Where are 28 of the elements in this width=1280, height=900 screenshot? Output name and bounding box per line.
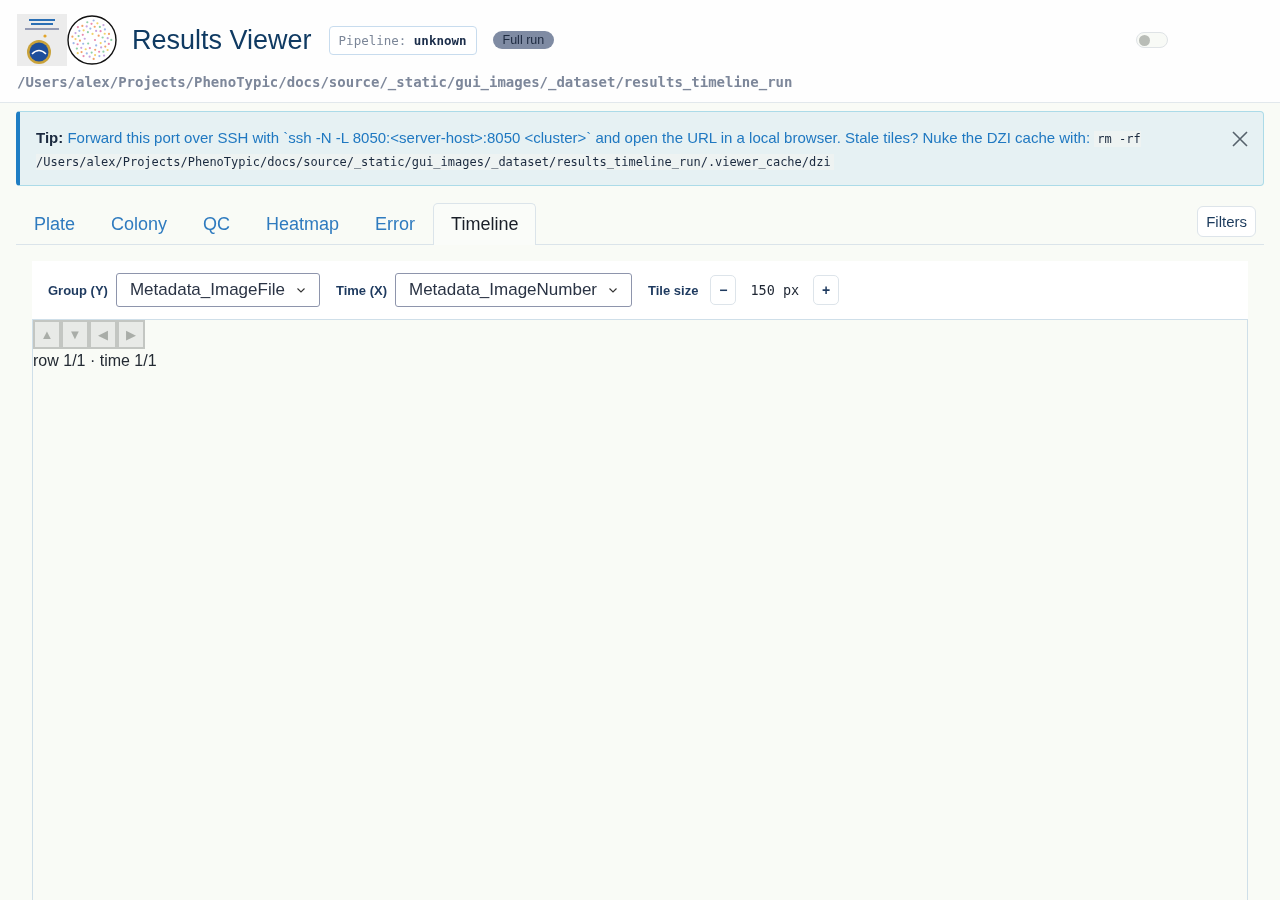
chevron-down-icon (609, 287, 618, 293)
run-badge: Full run (492, 31, 555, 49)
field-label: Time (X) (335, 282, 387, 298)
position-label: row 1/1 · time 1/1 (33, 352, 158, 370)
chevron-down-icon (296, 287, 305, 293)
filters-button[interactable]: Filters (1197, 206, 1256, 237)
tab[interactable]: Timeline (433, 203, 537, 245)
alert-message: Tip: Forward this port over SSH with `ssh -N -L 8050:<server-host>:8050 <cluster>` and open the URL in a local browser. Stale tiles? Nuke the DZI cache with: rm -rf /Users/alex/Projects/PhenoTypic/docs/source/_static/gui_images/_dataset/results_timeline_run/.viewer_cache/dzi (36, 128, 1142, 172)
tab[interactable]: Plate (16, 203, 94, 245)
close-button[interactable] (1232, 131, 1248, 147)
field-label: Group (Y) (48, 282, 108, 298)
group-select[interactable]: Metadata_ImageFile (115, 273, 320, 307)
page-title: Results Viewer (132, 24, 312, 56)
decrement-button[interactable]: − (710, 275, 737, 305)
time-select[interactable]: Metadata_ImageNumber (395, 273, 633, 307)
pipeline-badge: Pipeline: unknown (328, 25, 477, 55)
dotted-circle-logo-icon (67, 15, 117, 65)
tile-size-value: 150 px (750, 282, 800, 298)
increment-button[interactable]: + (813, 275, 840, 305)
toggle-switch[interactable] (1136, 32, 1168, 48)
field-label: Tile size (648, 282, 699, 298)
tab[interactable]: Error (357, 203, 434, 245)
tab[interactable]: Heatmap (248, 203, 358, 245)
close-icon (1232, 131, 1248, 147)
seal-logo-icon (17, 14, 67, 66)
tab[interactable]: QC (185, 203, 249, 245)
tab[interactable]: Colony (93, 203, 186, 245)
directory-path: /Users/alex/Projects/PhenoTypic/docs/source/_static/gui_images/_dataset/results_timeline_run (17, 74, 794, 90)
